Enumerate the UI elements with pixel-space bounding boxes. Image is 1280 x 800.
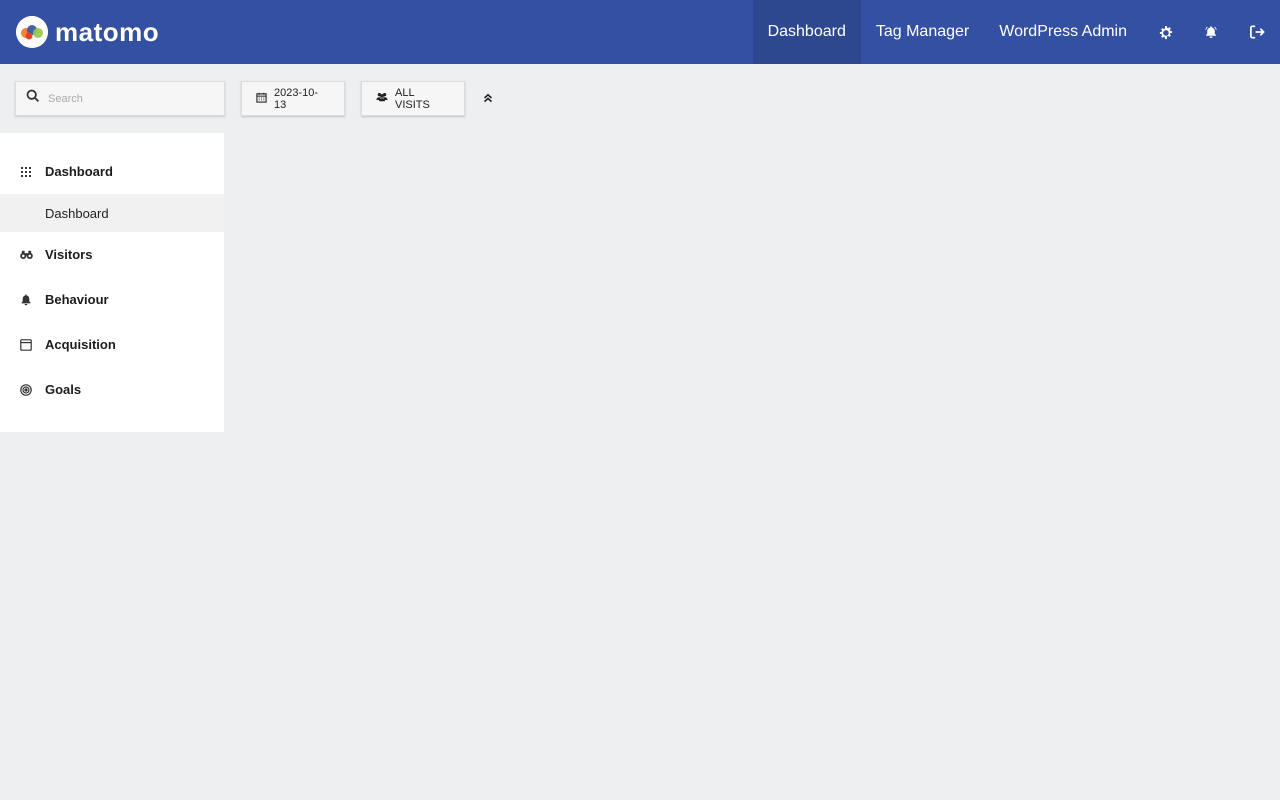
top-navigation: Dashboard Tag Manager WordPress Admin bbox=[752, 0, 1280, 64]
topnav-dashboard[interactable]: Dashboard bbox=[752, 0, 861, 64]
date-label: 2023-10-13 bbox=[274, 86, 319, 111]
bell-icon[interactable] bbox=[1188, 0, 1234, 64]
search-input[interactable] bbox=[46, 91, 206, 106]
sidebar-item-label: Goals bbox=[45, 382, 82, 397]
sidebar-item-dashboard[interactable]: Dashboard bbox=[0, 149, 224, 194]
browser-window-icon bbox=[19, 338, 33, 352]
matomo-logo[interactable]: matomo bbox=[16, 15, 159, 49]
sidebar-item-label: Visitors bbox=[45, 247, 93, 262]
topnav-tag-manager[interactable]: Tag Manager bbox=[861, 0, 984, 64]
sidebar-item-acquisition[interactable]: Acquisition bbox=[0, 322, 224, 367]
search-box[interactable] bbox=[15, 81, 225, 116]
bell-icon bbox=[19, 293, 33, 307]
search-icon bbox=[26, 89, 40, 108]
sign-out-icon[interactable] bbox=[1234, 0, 1280, 64]
top-bar: matomo Dashboard Tag Manager WordPress A… bbox=[0, 0, 1280, 64]
gear-icon[interactable] bbox=[1142, 0, 1188, 64]
sidebar-item-behaviour[interactable]: Behaviour bbox=[0, 277, 224, 322]
sidebar-item-goals[interactable]: Goals bbox=[0, 367, 224, 412]
binoculars-icon bbox=[19, 248, 33, 262]
target-icon bbox=[19, 383, 33, 397]
sidebar-item-visitors[interactable]: Visitors bbox=[0, 232, 224, 277]
grid-icon bbox=[19, 165, 33, 179]
date-selector-button[interactable]: 2023-10-13 bbox=[241, 81, 345, 116]
sidebar-item-label: Behaviour bbox=[45, 292, 109, 307]
segment-selector-button[interactable]: ALL VISITS bbox=[361, 81, 465, 116]
sidebar-item-label: Acquisition bbox=[45, 337, 116, 352]
sidebar-subitem-dashboard[interactable]: Dashboard bbox=[0, 194, 224, 232]
matomo-logo-icon bbox=[16, 16, 48, 48]
calendar-icon bbox=[256, 92, 267, 106]
users-icon bbox=[376, 92, 388, 105]
segment-label: ALL VISITS bbox=[395, 86, 430, 111]
topnav-wordpress-admin[interactable]: WordPress Admin bbox=[984, 0, 1142, 64]
brand-name: matomo bbox=[55, 17, 160, 47]
sidebar-item-label: Dashboard bbox=[45, 164, 113, 179]
chevron-double-up-icon[interactable] bbox=[480, 88, 496, 108]
sidebar-menu: Dashboard Dashboard Visitors Behaviour A… bbox=[0, 133, 224, 432]
